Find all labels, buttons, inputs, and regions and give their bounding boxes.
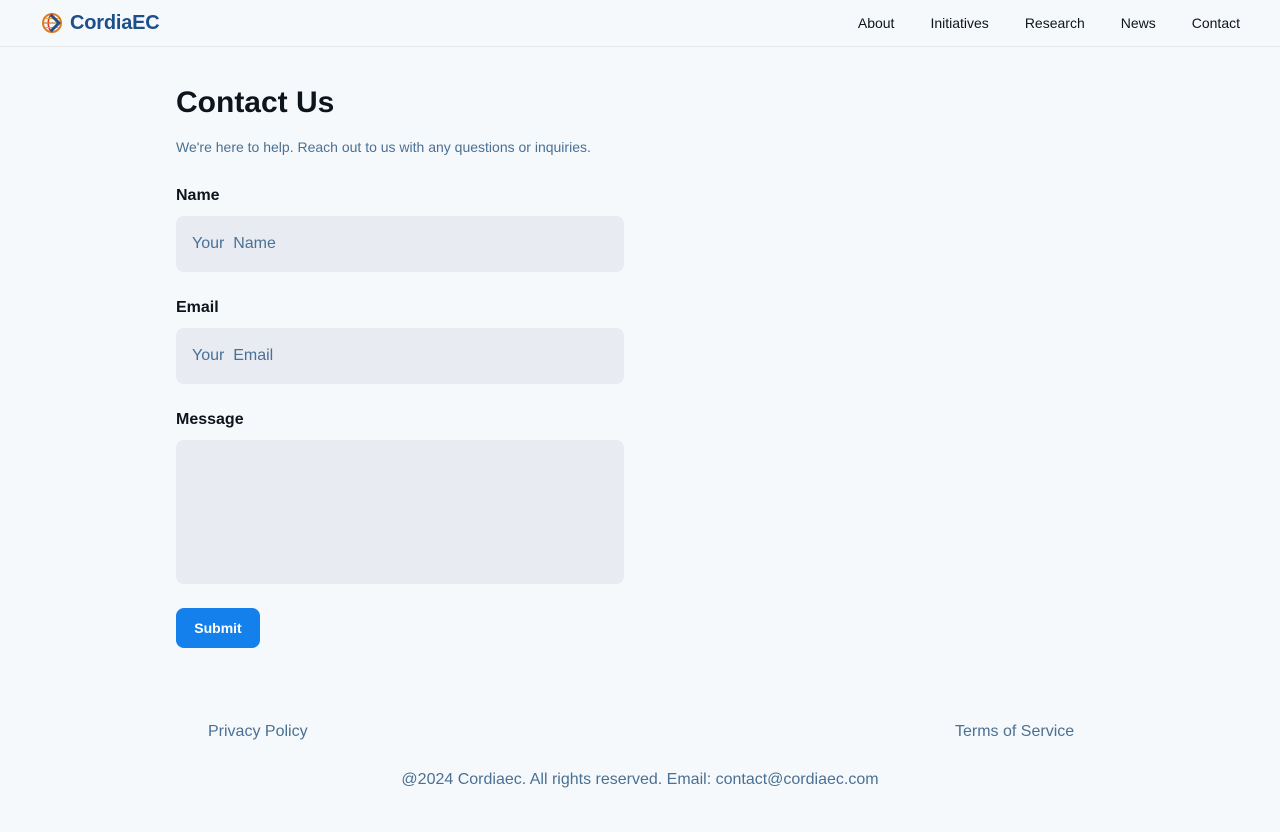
message-label: Message — [176, 411, 244, 428]
nav-initiatives[interactable]: Initiatives — [930, 15, 988, 31]
brand-link[interactable]: CordiaEC — [40, 11, 160, 35]
nav-news[interactable]: News — [1121, 15, 1156, 31]
contact-section: Contact Us We're here to help. Reach out… — [176, 84, 656, 648]
brand-name: CordiaEC — [70, 11, 160, 34]
nav-research[interactable]: Research — [1025, 15, 1085, 31]
site-header: CordiaEC About Initiatives Research News… — [0, 0, 1280, 47]
terms-of-service-link[interactable]: Terms of Service — [955, 722, 1074, 742]
nav-contact[interactable]: Contact — [1192, 15, 1240, 31]
name-label: Name — [176, 187, 220, 204]
email-label: Email — [176, 299, 219, 316]
main-nav: About Initiatives Research News Contact — [858, 15, 1240, 31]
privacy-policy-link[interactable]: Privacy Policy — [208, 722, 308, 742]
page-title: Contact Us — [176, 86, 335, 119]
nav-about[interactable]: About — [858, 15, 895, 31]
copyright-text: @2024 Cordiaec. All rights reserved. Ema… — [401, 771, 879, 788]
email-input[interactable] — [176, 328, 624, 384]
page-subtitle: We're here to help. Reach out to us with… — [176, 139, 591, 155]
submit-button[interactable]: Submit — [176, 608, 260, 648]
name-input[interactable] — [176, 216, 624, 272]
message-textarea[interactable] — [176, 440, 624, 584]
globe-logo-icon — [42, 13, 62, 33]
